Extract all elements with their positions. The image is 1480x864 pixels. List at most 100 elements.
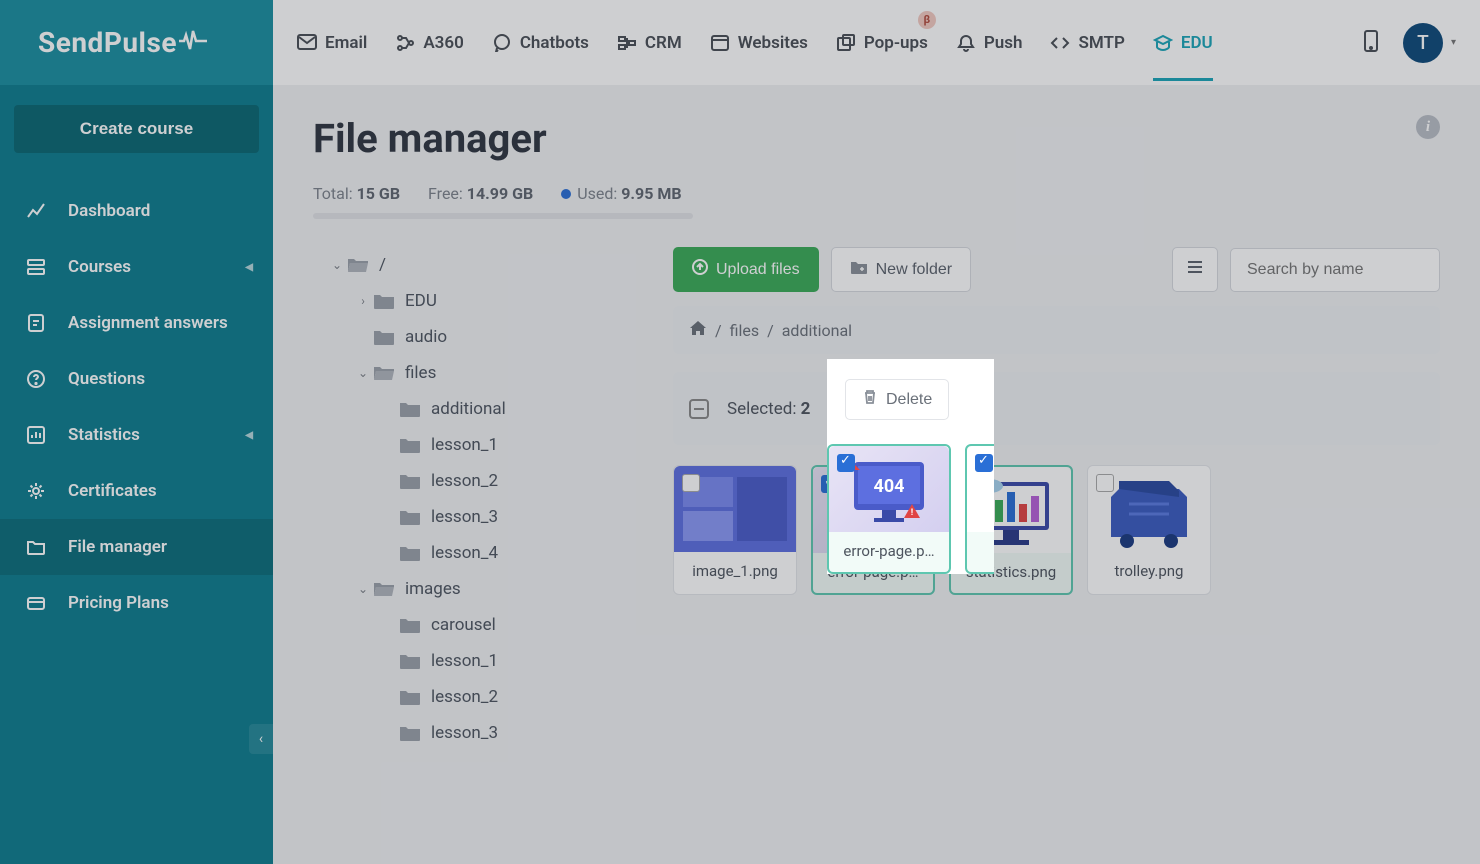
breadcrumb-item[interactable]: additional — [782, 321, 852, 340]
folder-icon — [399, 400, 421, 418]
file-thumbnail: 404! — [813, 467, 933, 553]
delete-button[interactable]: Delete — [828, 388, 932, 429]
file-card[interactable]: image_1.png — [673, 465, 797, 595]
tree-item[interactable]: ⌄/ — [313, 247, 643, 283]
tree-item[interactable]: ·lesson_1 — [313, 643, 643, 679]
topnav-crm[interactable]: CRM — [617, 5, 682, 81]
pulse-icon — [179, 30, 207, 56]
folder-icon — [399, 508, 421, 526]
info-icon[interactable]: i — [1416, 115, 1440, 139]
card-icon — [26, 593, 46, 613]
topnav-smtp[interactable]: SMTP — [1050, 5, 1124, 81]
chevron-down-icon[interactable]: ▾ — [1451, 37, 1456, 48]
tree-item[interactable]: ·additional — [313, 391, 643, 427]
breadcrumb: / files / additional — [673, 306, 1440, 354]
topnav-label: Chatbots — [520, 33, 589, 53]
folder-icon — [26, 537, 46, 557]
topbar: Email A360 Chatbots CRM Websites Pop-ups… — [273, 0, 1480, 85]
tree-item[interactable]: ·audio — [313, 319, 643, 355]
folder-icon — [373, 580, 395, 598]
sidebar-item-certificates[interactable]: Certificates — [0, 463, 273, 519]
folder-icon — [373, 292, 395, 310]
chevron-left-icon: ◀ — [245, 262, 253, 273]
file-name: error-page.p… — [813, 553, 933, 585]
logo[interactable]: SendPulse — [0, 0, 273, 85]
topnav-chatbots[interactable]: Chatbots — [492, 5, 589, 81]
file-checkbox[interactable] — [959, 475, 977, 493]
create-course-button[interactable]: Create course — [14, 105, 259, 153]
topnav-push[interactable]: Push — [956, 5, 1023, 81]
selection-bar: Selected: 2 Delete — [673, 372, 1440, 445]
topnav-edu[interactable]: EDU — [1153, 5, 1213, 81]
nav-label: Certificates — [68, 481, 157, 501]
new-folder-button[interactable]: New folder — [831, 247, 971, 292]
topnav-email[interactable]: Email — [297, 5, 367, 81]
file-checkbox[interactable] — [682, 474, 700, 492]
avatar[interactable]: T — [1403, 23, 1443, 63]
file-checkbox[interactable] — [1096, 474, 1114, 492]
sidebar: SendPulse Create course Dashboard Course… — [0, 0, 273, 864]
tree-item[interactable]: ⌄images — [313, 571, 643, 607]
file-card[interactable]: trolley.png — [1087, 465, 1211, 595]
chevron-down-icon[interactable]: ⌄ — [327, 258, 347, 272]
storage-bar — [313, 213, 693, 219]
btn-label: Delete — [869, 400, 915, 418]
tree-label: lesson_2 — [431, 471, 498, 491]
sidebar-item-assignment-answers[interactable]: Assignment answers — [0, 295, 273, 351]
tree-item[interactable]: ·lesson_2 — [313, 463, 643, 499]
topnav-websites[interactable]: Websites — [710, 5, 808, 81]
btn-label: Upload files — [716, 261, 800, 279]
file-thumbnail — [951, 467, 1071, 553]
sidebar-item-pricing[interactable]: Pricing Plans — [0, 575, 273, 631]
tree-item[interactable]: ›EDU — [313, 283, 643, 319]
topnav-label: Pop-ups — [864, 33, 928, 53]
file-name: statistics.png — [951, 553, 1071, 585]
breadcrumb-item[interactable]: files — [730, 321, 760, 340]
search-input[interactable] — [1230, 248, 1440, 292]
file-grid: image_1.png404!error-page.p… statistics.p… — [673, 465, 1440, 595]
chevron-down-icon[interactable]: ⌄ — [353, 582, 373, 596]
list-view-button[interactable] — [1172, 247, 1218, 292]
tree-item[interactable]: ·carousel — [313, 607, 643, 643]
file-card[interactable]: statistics.png — [949, 465, 1073, 595]
storage-used: Used: 9.95 MB — [561, 184, 681, 203]
folder-tree: ⌄/›EDU·audio⌄files·additional·lesson_1·l… — [313, 247, 643, 751]
list-icon — [1186, 259, 1204, 280]
topnav-popups[interactable]: Pop-ups β — [836, 5, 928, 81]
tree-item[interactable]: ·lesson_1 — [313, 427, 643, 463]
tree-label: lesson_4 — [431, 543, 498, 563]
sidebar-collapse-button[interactable]: ‹ — [249, 724, 273, 754]
sidebar-item-statistics[interactable]: Statistics ◀ — [0, 407, 273, 463]
topnav-label: A360 — [423, 33, 463, 53]
tree-label: audio — [405, 327, 447, 347]
nav-label: Pricing Plans — [68, 593, 169, 613]
topnav-a360[interactable]: A360 — [395, 5, 463, 81]
sidebar-item-dashboard[interactable]: Dashboard — [0, 183, 273, 239]
chevron-down-icon[interactable]: ⌄ — [353, 366, 373, 380]
home-icon[interactable] — [689, 320, 707, 340]
topnav-label: Websites — [738, 33, 808, 53]
sidebar-item-file-manager[interactable]: File manager — [0, 519, 273, 575]
sidebar-item-questions[interactable]: Questions — [0, 351, 273, 407]
tree-label: carousel — [431, 615, 496, 635]
tree-item[interactable]: ·lesson_4 — [313, 535, 643, 571]
file-checkbox[interactable] — [821, 475, 839, 493]
beta-badge: β — [918, 11, 936, 29]
upload-files-button[interactable]: Upload files — [673, 247, 819, 292]
folder-icon — [399, 472, 421, 490]
mobile-icon[interactable] — [1363, 30, 1379, 56]
sidebar-item-courses[interactable]: Courses ◀ — [0, 239, 273, 295]
chevron-right-icon[interactable]: › — [353, 294, 373, 308]
deselect-all-checkbox[interactable] — [689, 399, 709, 419]
chart-icon — [26, 201, 46, 221]
chevron-left-icon: ‹ — [259, 731, 263, 747]
tree-item[interactable]: ⌄files — [313, 355, 643, 391]
main-content: File manager i Total: 15 GB Free: 14.99 … — [273, 85, 1480, 864]
file-card[interactable]: 404!error-page.p… — [811, 465, 935, 595]
tree-label: lesson_1 — [431, 435, 498, 455]
tree-item[interactable]: ·lesson_3 — [313, 715, 643, 751]
top-nav: Email A360 Chatbots CRM Websites Pop-ups… — [297, 5, 1213, 81]
tree-item[interactable]: ·lesson_3 — [313, 499, 643, 535]
courses-icon — [26, 257, 46, 277]
tree-item[interactable]: ·lesson_2 — [313, 679, 643, 715]
